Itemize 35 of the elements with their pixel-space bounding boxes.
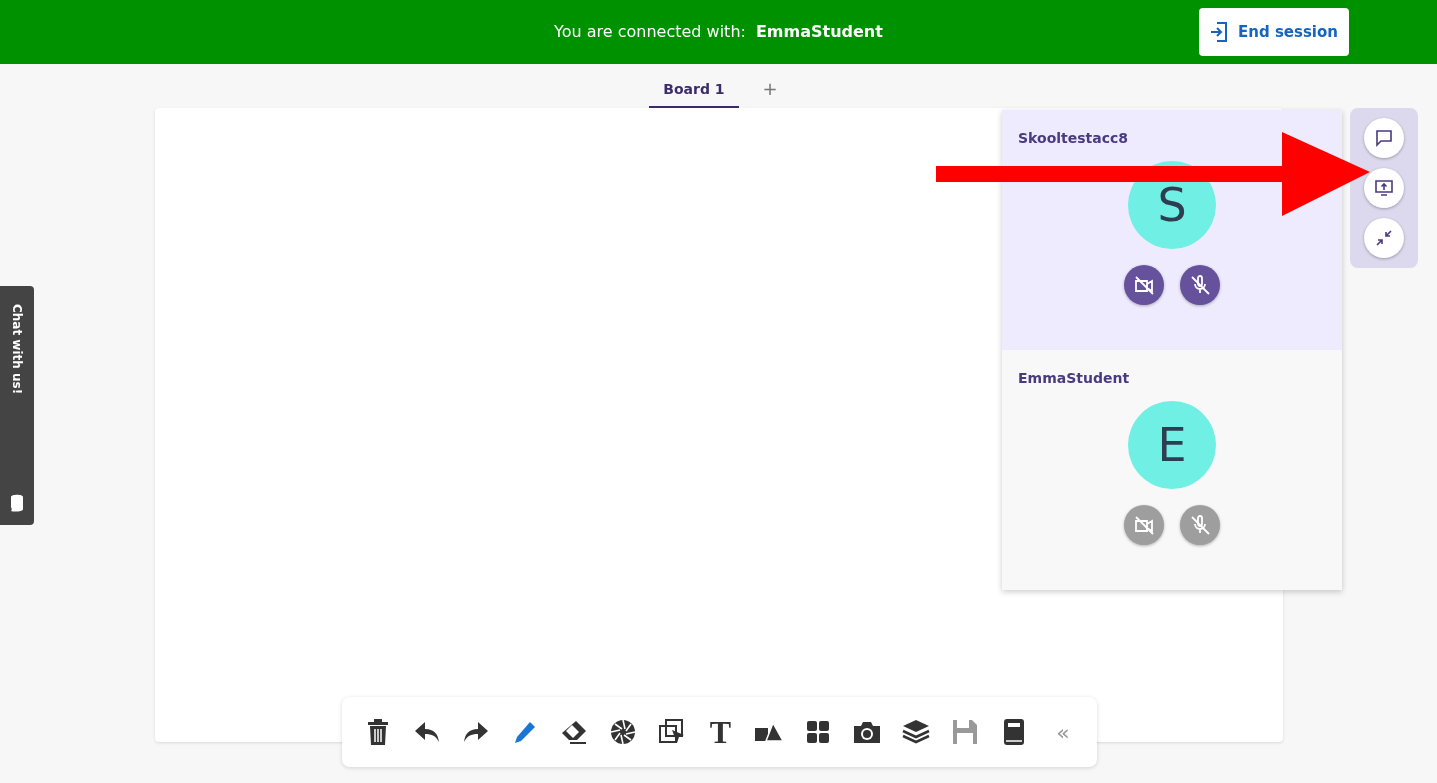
camera-off-icon [1134,515,1154,535]
minimize-button[interactable] [1364,218,1404,258]
mic-off-button[interactable] [1180,505,1220,545]
add-tab-button[interactable]: + [752,69,788,108]
grid-icon [806,720,831,744]
speech-bubble-icon [9,493,25,513]
text-tool-button[interactable]: T [704,714,737,750]
book-icon [1003,718,1025,746]
aperture-icon [608,718,637,746]
chat-icon [1374,128,1394,148]
partner-name: EmmaStudent [755,21,883,43]
exit-icon [1210,22,1228,42]
share-screen-button[interactable] [1364,168,1404,208]
camera-off-button[interactable] [1124,265,1164,305]
minimize-icon [1374,228,1394,248]
microphone-off-icon [1190,515,1210,535]
camera-icon [853,720,882,744]
camera-off-icon [1134,275,1154,295]
share-screen-icon [1374,178,1394,198]
chat-widget-label: Chat with us! [9,304,25,395]
microphone-off-icon [1190,275,1210,295]
connection-label: You are connected with: [554,21,746,43]
mic-off-button[interactable] [1180,265,1220,305]
redo-icon [461,720,490,744]
participant-name: Skooltestacc8 [1018,129,1130,148]
camera-off-button[interactable] [1124,505,1164,545]
layers-icon [902,719,931,745]
chat-widget-tab[interactable]: Chat with us! [0,286,34,525]
chat-button[interactable] [1364,118,1404,158]
avatar-circle: E [1128,401,1216,489]
trash-icon [366,718,390,746]
end-session-button[interactable]: End session [1199,8,1349,56]
participant-name: EmmaStudent [1018,369,1131,388]
pencil-icon [512,720,537,744]
select-icon [657,718,686,746]
